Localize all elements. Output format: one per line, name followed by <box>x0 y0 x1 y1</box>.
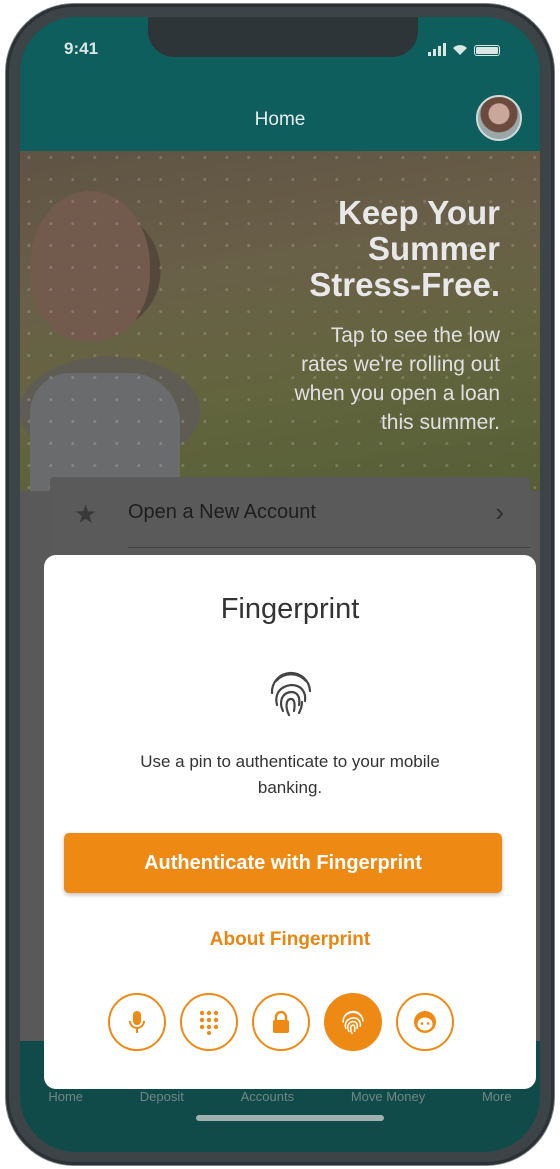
fingerprint-method-button[interactable] <box>324 993 382 1051</box>
star-icon: ★ <box>74 499 98 529</box>
face-icon <box>414 1011 436 1033</box>
microphone-icon <box>129 1011 145 1033</box>
promo-banner[interactable]: Keep Your Summer Stress-Free. Tap to see… <box>20 151 540 491</box>
nav-home[interactable]: Home <box>48 1089 83 1104</box>
banner-text: Keep Your Summer Stress-Free. Tap to see… <box>200 194 501 437</box>
keypad-method-button[interactable] <box>180 993 238 1051</box>
auth-method-selector <box>108 993 454 1051</box>
banner-subtext: Tap to see the low rates we're rolling o… <box>294 324 501 434</box>
nav-move-money[interactable]: Move Money <box>351 1089 425 1104</box>
about-fingerprint-link[interactable]: About Fingerprint <box>44 929 536 951</box>
nav-accounts[interactable]: Accounts <box>241 1089 294 1104</box>
fingerprint-icon <box>270 671 312 717</box>
modal-title: Fingerprint <box>220 593 360 625</box>
authenticate-fingerprint-button[interactable]: Authenticate with Fingerprint <box>64 833 502 893</box>
home-indicator[interactable] <box>196 1115 384 1121</box>
modal-description: Use a pin to authenticate to your mobile… <box>140 752 440 797</box>
status-icons <box>428 43 500 56</box>
fingerprint-modal: Fingerprint Use a pin to authenticate to… <box>44 555 536 1089</box>
phone-frame: 9:41 Home Keep Your Summer Stress-Free. … <box>6 4 554 1165</box>
microphone-method-button[interactable] <box>108 993 166 1051</box>
banner-photo-child <box>30 191 150 341</box>
app-header: 9:41 Home <box>20 17 540 151</box>
open-account-label: Open a New Account <box>128 501 316 523</box>
chevron-right-icon: › <box>495 497 504 527</box>
wifi-icon <box>453 45 467 55</box>
lock-icon <box>273 1010 289 1033</box>
keypad-icon <box>199 1010 219 1035</box>
fingerprint-icon <box>342 1010 364 1035</box>
signal-icon <box>428 43 446 56</box>
app-screen: 9:41 Home Keep Your Summer Stress-Free. … <box>20 17 540 1152</box>
device-notch <box>148 17 418 57</box>
nav-more[interactable]: More <box>482 1089 512 1104</box>
nav-deposit[interactable]: Deposit <box>140 1089 184 1104</box>
banner-headline: Keep Your Summer Stress-Free. <box>309 194 500 303</box>
battery-icon <box>474 45 500 56</box>
lock-method-button[interactable] <box>252 993 310 1051</box>
page-title: Home <box>254 109 306 130</box>
card-divider <box>128 547 530 548</box>
profile-avatar[interactable] <box>476 95 522 141</box>
status-time: 9:41 <box>64 39 99 58</box>
face-method-button[interactable] <box>396 993 454 1051</box>
banner-photo-shirt <box>30 373 180 491</box>
